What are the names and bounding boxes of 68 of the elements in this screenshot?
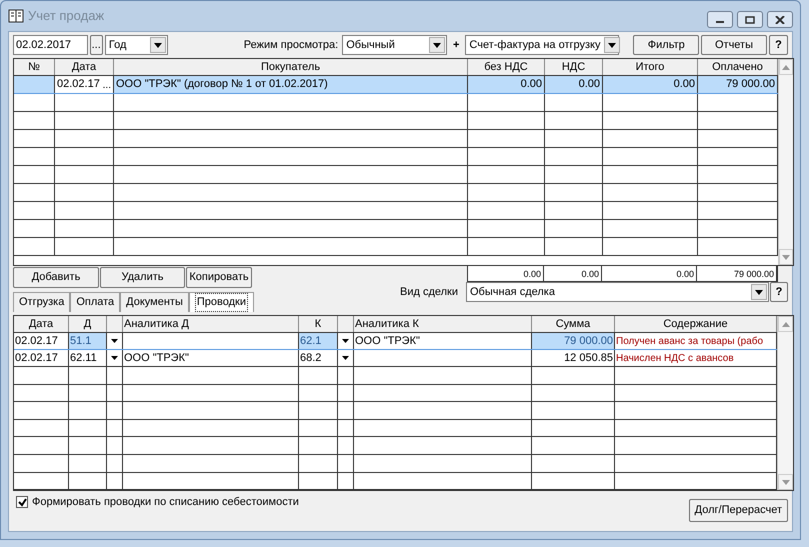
column-header: Дата [14, 316, 69, 332]
total-cell: 0.00 [468, 266, 544, 281]
column-header: Аналитика Д [123, 316, 299, 332]
dropdown-arrow-icon[interactable] [111, 356, 118, 360]
table-cell: ООО "ТРЭК" (договор № 1 от 01.02.2017) [114, 76, 468, 93]
date-picker-button[interactable]: ... [90, 35, 103, 55]
total-cell: 0.00 [602, 266, 697, 281]
column-header: Покупатель [114, 59, 468, 75]
column-header: № [14, 59, 55, 75]
column-header: К [299, 316, 338, 332]
total-cell: 0.00 [544, 266, 602, 281]
copy-button[interactable]: Копировать [186, 267, 252, 288]
dropdown-arrow-icon[interactable] [342, 356, 349, 360]
scroll-up-icon [778, 316, 793, 332]
table-cell: 62.1 [299, 333, 338, 349]
debt-recalc-button[interactable]: Долг/Перерасчет [688, 499, 788, 522]
filter-button[interactable]: Фильтр [633, 35, 700, 55]
tab[interactable]: Отгрузка [13, 292, 70, 312]
plus-sign: + [452, 38, 460, 53]
column-header: Дата [55, 59, 114, 75]
scrollbar[interactable] [777, 316, 793, 490]
reports-button[interactable]: Отчеты [701, 35, 767, 55]
dropdown-arrow-icon[interactable] [111, 339, 118, 343]
period-dropdown[interactable]: Год [104, 35, 168, 55]
column-header: Итого [603, 59, 698, 75]
deal-type-dropdown[interactable]: Обычная сделка [466, 282, 769, 302]
checkbox[interactable] [16, 496, 28, 508]
help-button[interactable]: ? [768, 35, 788, 55]
table-cell: 12 050.85 [532, 350, 615, 366]
column-header: без НДС [468, 59, 545, 75]
scroll-up-icon [779, 59, 793, 75]
date-field[interactable]: 02.02.2017 [13, 35, 88, 55]
tab[interactable]: Оплата [70, 292, 120, 312]
column-header: Аналитика К [354, 316, 532, 332]
mode-label: Режим просмотра: [244, 38, 338, 53]
table-cell: 62.11 [69, 350, 107, 366]
scroll-down-icon [779, 249, 793, 265]
mode-dropdown[interactable]: Обычный [342, 35, 447, 55]
scrollbar[interactable] [778, 59, 793, 265]
window-title: Учет продаж [28, 7, 104, 26]
table-cell: 68.2 [299, 350, 338, 366]
table-cell: 02.02.17 [14, 350, 69, 366]
maximize-icon[interactable] [737, 11, 763, 28]
checkbox-label: Формировать проводки по списанию себестоимости [32, 495, 299, 510]
table-cell: ООО "ТРЭК" [123, 350, 299, 366]
scroll-down-icon [778, 474, 793, 490]
column-header: Д [69, 316, 107, 332]
tab[interactable]: Проводки [188, 292, 254, 312]
document-type-dropdown[interactable]: Счет-фактура на отгрузку [465, 35, 620, 55]
column-header: Сумма [532, 316, 615, 332]
book-icon [8, 8, 24, 24]
table-cell: 0.00 [603, 76, 698, 93]
delete-button[interactable]: Удалить [100, 267, 185, 288]
table-cell: 51.1 [69, 333, 107, 349]
dropdown-arrow-icon[interactable] [342, 339, 349, 343]
deal-type-label: Вид сделки [400, 284, 458, 300]
add-button[interactable]: Добавить [13, 267, 99, 288]
tab[interactable]: Документы [120, 292, 189, 312]
minimize-icon[interactable] [707, 11, 733, 28]
table-cell: 0.00 [545, 76, 603, 93]
date-picker-button[interactable]: ... [102, 78, 111, 93]
column-header: НДС [545, 59, 603, 75]
table-cell: 0.00 [468, 76, 545, 93]
table-cell: 02.02.17 ... [55, 76, 114, 93]
total-cell: 79 000.00 [697, 266, 777, 281]
help-button[interactable]: ? [770, 282, 788, 302]
table-cell: 79 000.00 [532, 333, 615, 349]
close-icon[interactable] [767, 11, 793, 28]
